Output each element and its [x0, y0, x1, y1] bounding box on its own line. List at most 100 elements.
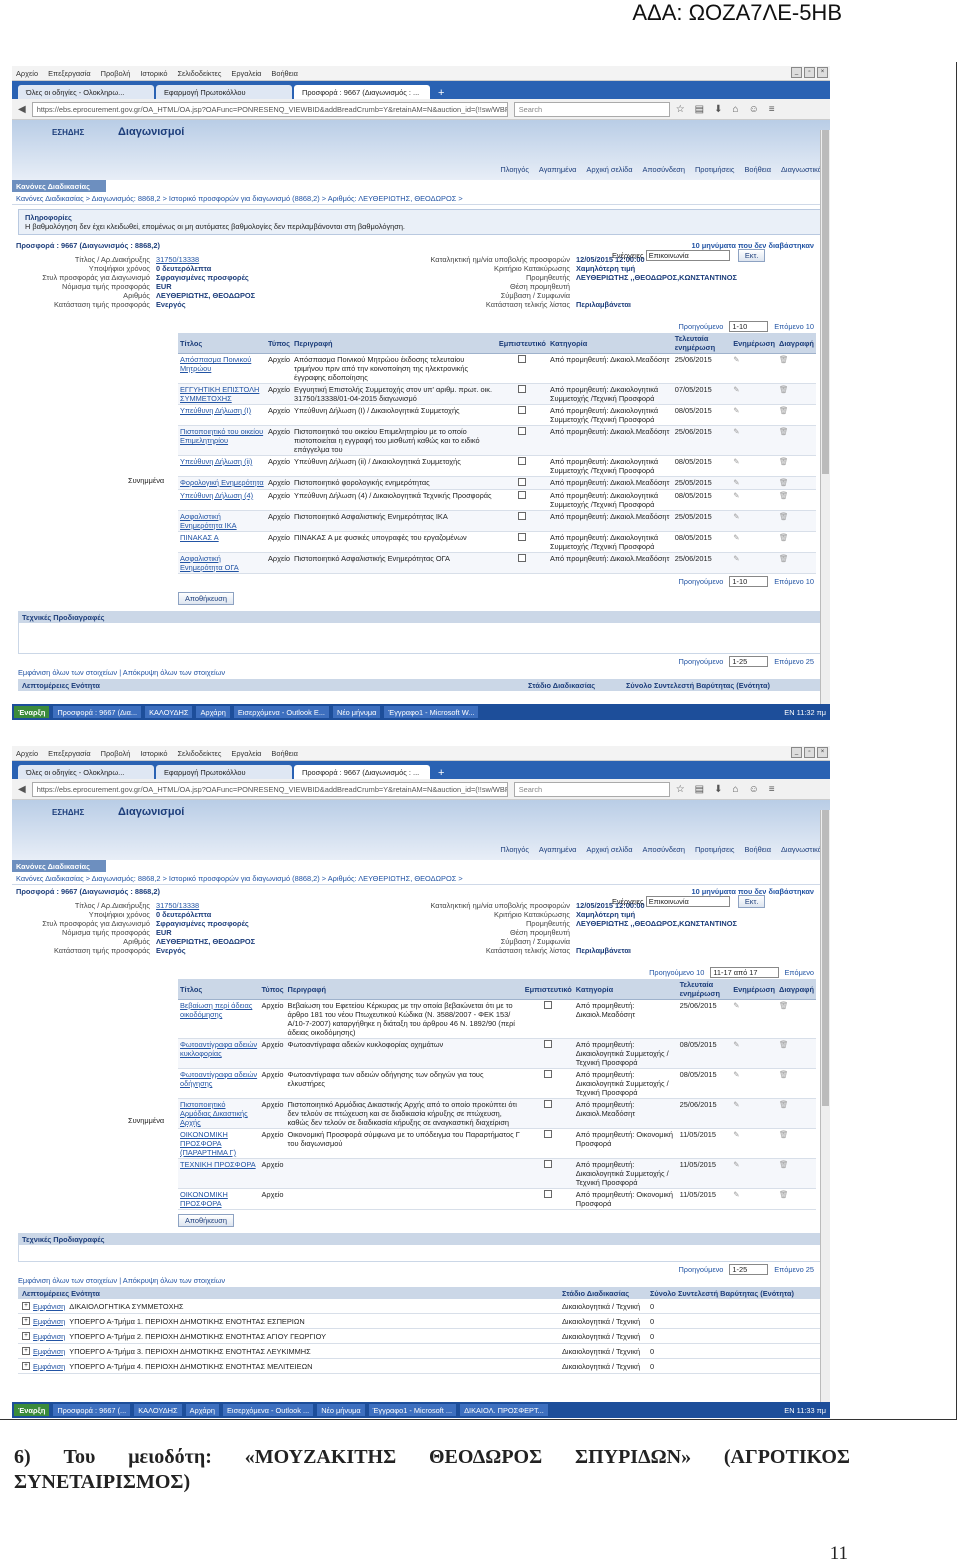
range-select[interactable]: 1-25	[729, 1263, 769, 1275]
actions-select[interactable]: Επικοινωνία	[645, 250, 730, 261]
confidential-checkbox[interactable]	[496, 510, 548, 532]
browser-tab-active[interactable]: Προσφορά : 9667 (Διαγωνισμός : ...	[294, 85, 430, 99]
attachment-title-link[interactable]: Απόσπασμα Ποινικού Μητρώου	[178, 353, 266, 384]
menu-item[interactable]: Σελιδοδείκτες	[177, 69, 221, 78]
update-icon[interactable]: ✎	[731, 1038, 778, 1069]
browser-tab[interactable]: Όλες οι οδηγίες - Ολοκληρω...	[18, 765, 154, 779]
back-icon[interactable]: ◀	[18, 784, 26, 795]
taskbar-item[interactable]: Αρχάρη	[185, 1404, 219, 1416]
requirement-expand-link[interactable]: Εμφάνιση	[33, 1302, 65, 1311]
download-icon[interactable]: ⬇	[714, 104, 722, 115]
taskbar-item[interactable]: Προσφορά : 9667 (...	[53, 1404, 131, 1416]
menu-item[interactable]: Ιστορικό	[140, 69, 167, 78]
attachment-title-link[interactable]: Βεβαίωση περί άδειας οικοδόμησης	[178, 999, 260, 1039]
attachment-title-link[interactable]: ΤΕΧΝΙΚΗ ΠΡΟΣΦΟΡΑ	[178, 1158, 260, 1189]
taskbar-item[interactable]: ΔΙΚΑΙΟΛ. ΠΡΟΣΦΕΡΤ...	[460, 1404, 548, 1416]
delete-icon[interactable]: 🗑	[777, 383, 816, 405]
hamburger-menu-icon[interactable]: ≡	[769, 104, 775, 115]
menu-item[interactable]: Εργαλεία	[231, 69, 261, 78]
diagnostics-link[interactable]: Διαγνωστικά	[781, 845, 822, 854]
expand-plus-icon[interactable]: +	[22, 1347, 30, 1355]
attachment-title-link[interactable]: Ασφαλιστική Ενημερότητα ΙΚΑ	[178, 510, 266, 532]
preferences-link[interactable]: Προτιμήσεις	[695, 165, 735, 174]
chat-icon[interactable]: ☺	[749, 784, 759, 795]
scrollbar[interactable]	[820, 130, 830, 704]
attachment-title-link[interactable]: Υπεύθυνη Δήλωση (4)	[178, 489, 266, 511]
delete-icon[interactable]: 🗑	[777, 476, 816, 490]
delete-icon[interactable]: 🗑	[777, 1128, 816, 1159]
delete-icon[interactable]: 🗑	[777, 552, 816, 574]
library-icon[interactable]: ▤	[695, 784, 704, 795]
actions-select[interactable]: Επικοινωνία	[645, 896, 730, 907]
confidential-checkbox[interactable]	[496, 425, 548, 456]
restore-icon[interactable]: ▫	[804, 747, 815, 758]
search-input[interactable]: Search	[513, 101, 670, 117]
minimize-icon[interactable]: _	[791, 67, 802, 78]
update-icon[interactable]: ✎	[731, 476, 778, 490]
logout-link[interactable]: Αποσύνδεση	[643, 165, 685, 174]
update-icon[interactable]: ✎	[731, 1068, 778, 1099]
expand-plus-icon[interactable]: +	[22, 1332, 30, 1340]
attachment-title-link[interactable]: Υπεύθυνη Δήλωση (Ι)	[178, 404, 266, 426]
confidential-checkbox[interactable]	[522, 1068, 574, 1099]
close-icon[interactable]: ×	[817, 67, 828, 78]
help-link[interactable]: Βοήθεια	[745, 165, 771, 174]
next-link[interactable]: Επόμενο 10	[774, 322, 814, 331]
menu-item[interactable]: Ιστορικό	[140, 749, 167, 758]
delete-icon[interactable]: 🗑	[777, 1098, 816, 1129]
delete-icon[interactable]: 🗑	[777, 510, 816, 532]
navigator-menu[interactable]: Πλοηγός	[500, 845, 529, 854]
hide-all-link[interactable]: Απόκρυψη όλων των στοιχείων	[123, 668, 225, 677]
requirement-expand-link[interactable]: Εμφάνιση	[33, 1332, 65, 1341]
scrollbar[interactable]	[820, 810, 830, 1402]
favorites-menu[interactable]: Αγαπημένα	[539, 165, 577, 174]
new-tab-icon[interactable]: +	[432, 767, 450, 779]
confidential-checkbox[interactable]	[496, 476, 548, 490]
confidential-checkbox[interactable]	[496, 353, 548, 384]
bookmark-star-icon[interactable]: ☆	[676, 104, 685, 115]
taskbar-item[interactable]: Έγγραφο1 - Microsoft ...	[368, 1404, 457, 1416]
menu-item[interactable]: Εργαλεία	[231, 749, 261, 758]
home-link[interactable]: Αρχική σελίδα	[586, 165, 632, 174]
taskbar-item[interactable]: Προσφορά : 9667 (Δια...	[53, 706, 142, 718]
attachment-title-link[interactable]: Φωτοαντίγραφα αδειών οδήγησης	[178, 1068, 260, 1099]
taskbar-item[interactable]: Αρχάρη	[196, 706, 230, 718]
delete-icon[interactable]: 🗑	[777, 531, 816, 553]
attachment-title-link[interactable]: Φορολογική Ενημερότητα	[178, 476, 266, 490]
delete-icon[interactable]: 🗑	[777, 1188, 816, 1210]
update-icon[interactable]: ✎	[731, 510, 778, 532]
close-icon[interactable]: ×	[817, 747, 828, 758]
delete-icon[interactable]: 🗑	[777, 1068, 816, 1099]
range-select[interactable]: 1-10	[729, 575, 769, 587]
confidential-checkbox[interactable]	[496, 383, 548, 405]
bookmark-star-icon[interactable]: ☆	[676, 784, 685, 795]
taskbar-item[interactable]: Εισερχόμενα - Outlook ...	[223, 1404, 314, 1416]
menu-item[interactable]: Βοήθεια	[271, 749, 297, 758]
range-select[interactable]: 1-10	[729, 320, 769, 332]
delete-icon[interactable]: 🗑	[777, 489, 816, 511]
prev-link[interactable]: Προηγούμενο	[678, 657, 723, 666]
go-button[interactable]: Εκτ.	[737, 895, 766, 908]
taskbar-item[interactable]: ΚΑΛΟΥΔΗΣ	[145, 706, 193, 718]
attachment-title-link[interactable]: ΟΙΚΟΝΟΜΙΚΗ ΠΡΟΣΦΟΡΑ	[178, 1188, 260, 1210]
url-field[interactable]: https://ebs.eprocurement.gov.gr/OA_HTML/…	[31, 781, 508, 797]
minimize-icon[interactable]: _	[791, 747, 802, 758]
navigator-menu[interactable]: Πλοηγός	[500, 165, 529, 174]
confidential-checkbox[interactable]	[522, 1188, 574, 1210]
home-icon[interactable]: ⌂	[733, 784, 739, 795]
new-tab-icon[interactable]: +	[432, 87, 450, 99]
prev-link[interactable]: Προηγούμενο	[678, 577, 723, 586]
restore-icon[interactable]: ▫	[804, 67, 815, 78]
next-link[interactable]: Επόμενο 10	[774, 577, 814, 586]
show-all-link[interactable]: Εμφάνιση όλων των στοιχείων	[18, 1276, 117, 1285]
attachment-title-link[interactable]: ΠΙΝΑΚΑΣ Α	[178, 531, 266, 553]
show-all-link[interactable]: Εμφάνιση όλων των στοιχείων	[18, 668, 117, 677]
delete-icon[interactable]: 🗑	[777, 999, 816, 1039]
url-field[interactable]: https://ebs.eprocurement.gov.gr/OA_HTML/…	[31, 101, 508, 117]
menu-item[interactable]: Επεξεργασία	[48, 69, 91, 78]
expand-plus-icon[interactable]: +	[22, 1362, 30, 1370]
back-icon[interactable]: ◀	[18, 104, 26, 115]
browser-tab[interactable]: Όλες οι οδηγίες - Ολοκληρω...	[18, 85, 154, 99]
attachment-title-link[interactable]: Φωτοαντίγραφα αδειών κυκλοφορίας	[178, 1038, 260, 1069]
confidential-checkbox[interactable]	[522, 1038, 574, 1069]
